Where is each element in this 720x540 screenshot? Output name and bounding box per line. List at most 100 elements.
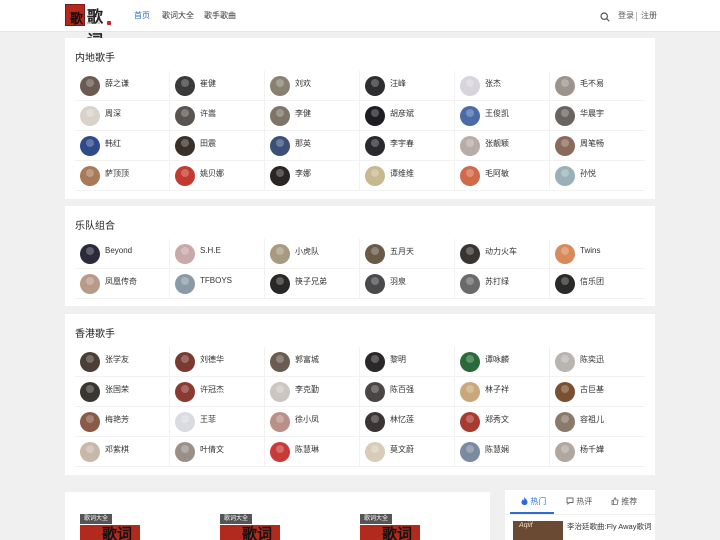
singer-avatar[interactable] bbox=[80, 76, 100, 96]
singer-item[interactable]: 信乐团 bbox=[550, 269, 645, 299]
singer-item[interactable]: 林子祥 bbox=[455, 377, 550, 407]
singer-item[interactable]: 胡彦斌 bbox=[360, 101, 455, 131]
singer-avatar[interactable] bbox=[270, 166, 290, 186]
singer-avatar[interactable] bbox=[80, 274, 100, 294]
singer-item[interactable]: 莫文蔚 bbox=[360, 437, 455, 467]
article-thumbnail[interactable]: 歌词 bbox=[360, 525, 420, 540]
singer-avatar[interactable] bbox=[80, 166, 100, 186]
singer-item[interactable]: 崔健 bbox=[170, 71, 265, 101]
singer-item[interactable]: 羽泉 bbox=[360, 269, 455, 299]
singer-avatar[interactable] bbox=[270, 352, 290, 372]
singer-item[interactable]: TFBOYS bbox=[170, 269, 265, 299]
singer-name[interactable]: 李宇春 bbox=[390, 138, 414, 149]
article-thumbnail[interactable]: 歌词 bbox=[220, 525, 280, 540]
singer-name[interactable]: 王俊凯 bbox=[485, 108, 509, 119]
singer-name[interactable]: 胡彦斌 bbox=[390, 108, 414, 119]
singer-item[interactable]: 张国荣 bbox=[75, 377, 170, 407]
singer-item[interactable]: 薛之谦 bbox=[75, 71, 170, 101]
singer-item[interactable]: Beyond bbox=[75, 239, 170, 269]
singer-name[interactable]: 孙悦 bbox=[580, 168, 596, 179]
singer-name[interactable]: 姚贝娜 bbox=[200, 168, 224, 179]
singer-item[interactable]: 李娜 bbox=[265, 161, 360, 191]
singer-item[interactable]: Twins bbox=[550, 239, 645, 269]
news-title[interactable]: 李治廷歌曲:Fly Away歌词 bbox=[567, 521, 651, 532]
singer-item[interactable]: 周笔畅 bbox=[550, 131, 645, 161]
singer-avatar[interactable] bbox=[80, 442, 100, 462]
singer-name[interactable]: 周深 bbox=[105, 108, 121, 119]
singer-name[interactable]: 张学友 bbox=[105, 354, 129, 365]
singer-avatar[interactable] bbox=[175, 136, 195, 156]
article-tag[interactable]: 歌词大全 bbox=[80, 514, 112, 524]
article-tag[interactable]: 歌词大全 bbox=[220, 514, 252, 524]
singer-avatar[interactable] bbox=[270, 244, 290, 264]
singer-avatar[interactable] bbox=[365, 166, 385, 186]
singer-avatar[interactable] bbox=[555, 412, 575, 432]
singer-name[interactable]: 陈奕迅 bbox=[580, 354, 604, 365]
singer-name[interactable]: 李克勤 bbox=[295, 384, 319, 395]
singer-name[interactable]: 筷子兄弟 bbox=[295, 276, 327, 287]
singer-avatar[interactable] bbox=[175, 166, 195, 186]
singer-item[interactable]: 陈慧娴 bbox=[455, 437, 550, 467]
singer-item[interactable]: 毛阿敏 bbox=[455, 161, 550, 191]
singer-item[interactable]: 许嵩 bbox=[170, 101, 265, 131]
singer-item[interactable]: 黎明 bbox=[360, 347, 455, 377]
singer-avatar[interactable] bbox=[80, 352, 100, 372]
singer-name[interactable]: 许冠杰 bbox=[200, 384, 224, 395]
singer-avatar[interactable] bbox=[365, 244, 385, 264]
singer-name[interactable]: 谭咏麟 bbox=[485, 354, 509, 365]
nav-singer-songs[interactable]: 歌手歌曲 bbox=[204, 0, 236, 32]
singer-item[interactable]: 李健 bbox=[265, 101, 360, 131]
singer-avatar[interactable] bbox=[80, 106, 100, 126]
singer-name[interactable]: 小虎队 bbox=[295, 246, 319, 257]
singer-name[interactable]: 田震 bbox=[200, 138, 216, 149]
singer-name[interactable]: 黎明 bbox=[390, 354, 406, 365]
singer-name[interactable]: 叶倩文 bbox=[200, 444, 224, 455]
singer-name[interactable]: 许嵩 bbox=[200, 108, 216, 119]
site-logo[interactable]: 歌 歌词 Ge ci 5 bbox=[65, 4, 111, 50]
singer-name[interactable]: 李娜 bbox=[295, 168, 311, 179]
singer-name[interactable]: 陈百强 bbox=[390, 384, 414, 395]
singer-item[interactable]: 梅艳芳 bbox=[75, 407, 170, 437]
singer-avatar[interactable] bbox=[270, 76, 290, 96]
singer-avatar[interactable] bbox=[270, 106, 290, 126]
singer-name[interactable]: 李健 bbox=[295, 108, 311, 119]
singer-item[interactable]: 杨千嬅 bbox=[550, 437, 645, 467]
singer-avatar[interactable] bbox=[365, 76, 385, 96]
singer-avatar[interactable] bbox=[175, 412, 195, 432]
singer-avatar[interactable] bbox=[555, 382, 575, 402]
singer-name[interactable]: S.H.E bbox=[200, 246, 221, 255]
singer-name[interactable]: 邓紫棋 bbox=[105, 444, 129, 455]
singer-item[interactable]: 动力火车 bbox=[455, 239, 550, 269]
singer-item[interactable]: 谭咏麟 bbox=[455, 347, 550, 377]
singer-avatar[interactable] bbox=[555, 106, 575, 126]
singer-avatar[interactable] bbox=[555, 274, 575, 294]
singer-avatar[interactable] bbox=[365, 352, 385, 372]
article-thumbnail[interactable]: 歌词 bbox=[80, 525, 140, 540]
singer-avatar[interactable] bbox=[270, 442, 290, 462]
singer-avatar[interactable] bbox=[460, 166, 480, 186]
singer-name[interactable]: 张靓颖 bbox=[485, 138, 509, 149]
singer-name[interactable]: 郑秀文 bbox=[485, 414, 509, 425]
singer-avatar[interactable] bbox=[270, 136, 290, 156]
singer-item[interactable]: 田震 bbox=[170, 131, 265, 161]
singer-name[interactable]: 张国荣 bbox=[105, 384, 129, 395]
singer-avatar[interactable] bbox=[555, 244, 575, 264]
singer-item[interactable]: 五月天 bbox=[360, 239, 455, 269]
singer-item[interactable]: 郑秀文 bbox=[455, 407, 550, 437]
singer-name[interactable]: TFBOYS bbox=[200, 276, 232, 285]
singer-name[interactable]: 莫文蔚 bbox=[390, 444, 414, 455]
news-thumbnail[interactable]: Aqiif bbox=[513, 521, 563, 540]
singer-avatar[interactable] bbox=[555, 136, 575, 156]
singer-avatar[interactable] bbox=[460, 274, 480, 294]
singer-avatar[interactable] bbox=[460, 352, 480, 372]
singer-item[interactable]: 叶倩文 bbox=[170, 437, 265, 467]
singer-name[interactable]: 梅艳芳 bbox=[105, 414, 129, 425]
tab-recommend[interactable]: 推荐 bbox=[611, 496, 637, 507]
singer-item[interactable]: 林忆莲 bbox=[360, 407, 455, 437]
tab-comments[interactable]: 热评 bbox=[566, 496, 592, 507]
singer-item[interactable]: 容祖儿 bbox=[550, 407, 645, 437]
singer-item[interactable]: 王菲 bbox=[170, 407, 265, 437]
singer-avatar[interactable] bbox=[175, 244, 195, 264]
singer-name[interactable]: 毛不易 bbox=[580, 78, 604, 89]
singer-avatar[interactable] bbox=[175, 382, 195, 402]
